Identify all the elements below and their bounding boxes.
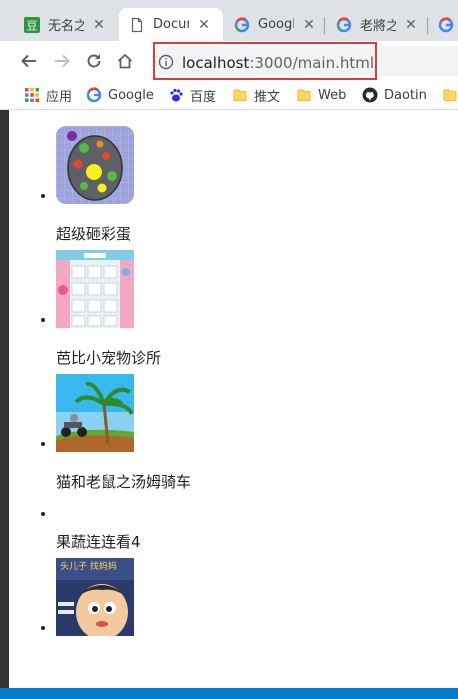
tab-strip: 豆 无名之辈 ✕ Document ✕ Google ✕ 老將之死 ✕ bbox=[0, 0, 458, 41]
close-icon[interactable]: ✕ bbox=[197, 17, 211, 33]
bookmark-daotin[interactable]: Daotin bbox=[362, 85, 427, 105]
close-icon[interactable]: ✕ bbox=[92, 17, 106, 33]
tom-bike-thumbnail bbox=[56, 374, 134, 452]
bookmark-label: 百度 bbox=[190, 89, 217, 105]
game-list: 超级砸彩蛋 bbox=[9, 126, 458, 676]
bookmark-label: Daotin bbox=[384, 87, 427, 103]
tab-partial[interactable] bbox=[428, 8, 458, 41]
page-content: 超级砸彩蛋 bbox=[9, 110, 458, 688]
game-title[interactable] bbox=[56, 656, 458, 676]
folder-icon bbox=[296, 87, 312, 103]
baidu-paw-icon bbox=[168, 87, 184, 103]
arrow-left-icon bbox=[21, 54, 36, 68]
google-icon bbox=[336, 16, 352, 33]
bookmark-label: 应用 bbox=[46, 89, 73, 105]
list-item: 头儿子 找妈妈 bbox=[56, 558, 458, 676]
bookmark-label: 推文 bbox=[254, 89, 281, 105]
tab-google[interactable]: Google ✕ bbox=[224, 8, 324, 41]
game-title[interactable]: 超级砸彩蛋 bbox=[56, 224, 458, 244]
close-icon[interactable]: ✕ bbox=[404, 17, 418, 33]
list-item: 芭比小宠物诊所 bbox=[56, 250, 458, 368]
egg-thumbnail bbox=[56, 126, 134, 204]
folder-icon bbox=[442, 87, 458, 103]
bookmark-label: Web bbox=[318, 87, 347, 103]
tab-title: 老將之死 bbox=[360, 19, 396, 34]
home-icon bbox=[117, 53, 133, 69]
list-item: 果蔬连连看4 bbox=[56, 498, 458, 552]
pet-clinic-thumbnail bbox=[56, 250, 134, 328]
tab-wuming[interactable]: 豆 无名之辈 ✕ bbox=[14, 8, 118, 41]
google-icon bbox=[438, 16, 454, 33]
game-thumbnail-link[interactable] bbox=[56, 250, 134, 328]
game-title[interactable]: 猫和老鼠之汤姆骑车 bbox=[56, 472, 458, 492]
github-icon bbox=[362, 87, 378, 103]
svg-text:豆: 豆 bbox=[27, 19, 38, 32]
bookmarks-bar: 应用 Google 百度 推文 Web Daotin bbox=[0, 81, 458, 110]
back-button[interactable] bbox=[17, 49, 41, 73]
google-icon bbox=[86, 87, 102, 103]
thumbnail-text: 头儿子 找妈妈 bbox=[60, 560, 117, 572]
apps-grid-icon bbox=[24, 87, 40, 103]
tab-laojiang[interactable]: 老將之死 ✕ bbox=[326, 8, 426, 41]
list-item: 超级砸彩蛋 bbox=[56, 126, 458, 244]
game-title[interactable]: 芭比小宠物诊所 bbox=[56, 348, 458, 368]
cartoon-boy-thumbnail: 头儿子 找妈妈 bbox=[56, 558, 134, 636]
forward-button[interactable] bbox=[50, 49, 74, 73]
bookmark-tuiwen[interactable]: 推文 bbox=[232, 85, 280, 105]
editor-status-bar bbox=[0, 688, 458, 699]
tab-title: Google bbox=[258, 17, 294, 32]
broken-thumbnail bbox=[56, 498, 57, 518]
game-thumbnail-link[interactable] bbox=[56, 126, 134, 204]
url-highlight-annotation bbox=[153, 42, 377, 80]
bookmark-google[interactable]: Google bbox=[86, 85, 154, 105]
reload-icon bbox=[87, 54, 101, 68]
google-icon bbox=[234, 16, 250, 33]
bookmark-label: Google bbox=[108, 87, 154, 103]
game-title[interactable]: 果蔬连连看4 bbox=[56, 532, 458, 552]
bookmark-folder-partial[interactable] bbox=[442, 85, 458, 105]
arrow-right-icon bbox=[55, 54, 70, 68]
bookmark-web[interactable]: Web bbox=[296, 85, 346, 105]
tab-document[interactable]: Document ✕ bbox=[119, 8, 223, 41]
home-button[interactable] bbox=[113, 49, 137, 73]
list-item: 猫和老鼠之汤姆骑车 bbox=[56, 374, 458, 492]
douban-icon: 豆 bbox=[24, 16, 40, 33]
game-thumbnail-link[interactable]: 头儿子 找妈妈 bbox=[56, 558, 134, 636]
reload-button[interactable] bbox=[82, 49, 106, 73]
tab-title: Document bbox=[153, 17, 189, 32]
browser-toolbar: localhost:3000/main.html bbox=[0, 41, 458, 81]
bookmark-baidu[interactable]: 百度 bbox=[168, 85, 216, 105]
game-thumbnail-link[interactable] bbox=[56, 374, 134, 452]
bookmark-apps[interactable]: 应用 bbox=[24, 85, 72, 105]
close-icon[interactable]: ✕ bbox=[302, 17, 316, 33]
game-thumbnail-link[interactable] bbox=[56, 506, 57, 522]
folder-icon bbox=[232, 87, 248, 103]
tab-title: 无名之辈 bbox=[48, 19, 84, 34]
tab-separator bbox=[324, 17, 325, 34]
page-icon bbox=[129, 17, 145, 33]
